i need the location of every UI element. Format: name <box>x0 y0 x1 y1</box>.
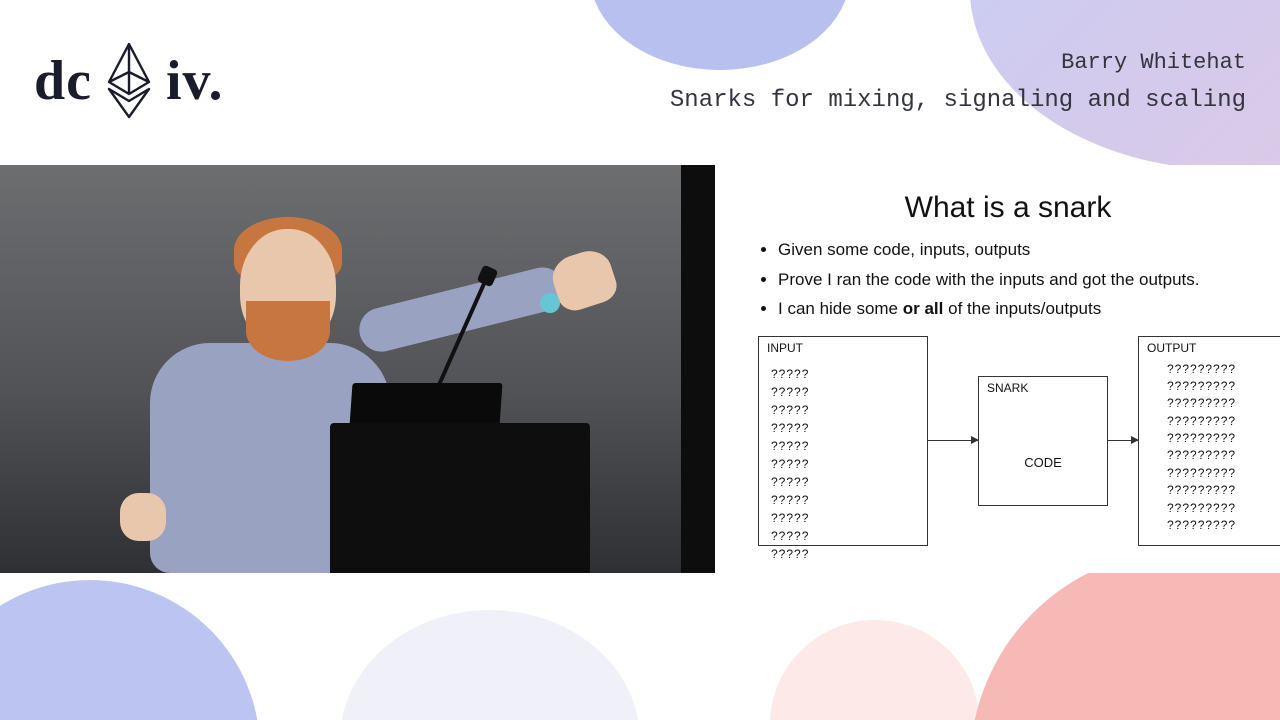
decorative-blob <box>970 550 1280 720</box>
bullet-item: I can hide some or all of the inputs/out… <box>778 296 1258 322</box>
event-logo: dc iv. <box>34 42 223 120</box>
arrow-icon <box>1108 440 1138 441</box>
podium <box>330 423 590 573</box>
decorative-blob <box>340 610 640 720</box>
talk-title: Snarks for mixing, signaling and scaling <box>670 87 1246 114</box>
arrow-icon <box>928 440 978 441</box>
logo-text-iv: iv. <box>166 49 223 113</box>
slide-title: What is a snark <box>758 191 1258 225</box>
bullet-item: Given some code, inputs, outputs <box>778 237 1258 263</box>
diagram-input-box: INPUT ??????????????????????????????????… <box>758 336 928 546</box>
input-label: INPUT <box>767 341 803 355</box>
logo-text-dc: dc <box>34 49 92 113</box>
speaker-video-pane <box>0 165 715 573</box>
ethereum-icon <box>104 42 154 120</box>
header-talk-info: Barry Whitehat Snarks for mixing, signal… <box>670 50 1246 114</box>
decorative-blob <box>770 620 980 720</box>
snark-label: SNARK <box>987 381 1028 395</box>
input-lines: ????????????????????????????????????????… <box>771 365 809 563</box>
output-label: OUTPUT <box>1147 341 1196 355</box>
slide-pane: What is a snark Given some code, inputs,… <box>730 165 1280 573</box>
slide-bullets: Given some code, inputs, outputs Prove I… <box>778 237 1258 322</box>
snark-code: CODE <box>979 455 1107 470</box>
snark-diagram: INPUT ??????????????????????????????????… <box>758 336 1258 556</box>
speaker-name: Barry Whitehat <box>670 50 1246 75</box>
decorative-blob <box>0 580 260 720</box>
bullet-item: Prove I ran the code with the inputs and… <box>778 267 1258 293</box>
diagram-output-box: OUTPUT ?????????????????????????????????… <box>1138 336 1280 546</box>
output-lines: ????????????????????????????????????????… <box>1167 361 1236 535</box>
diagram-snark-box: SNARK CODE <box>978 376 1108 506</box>
